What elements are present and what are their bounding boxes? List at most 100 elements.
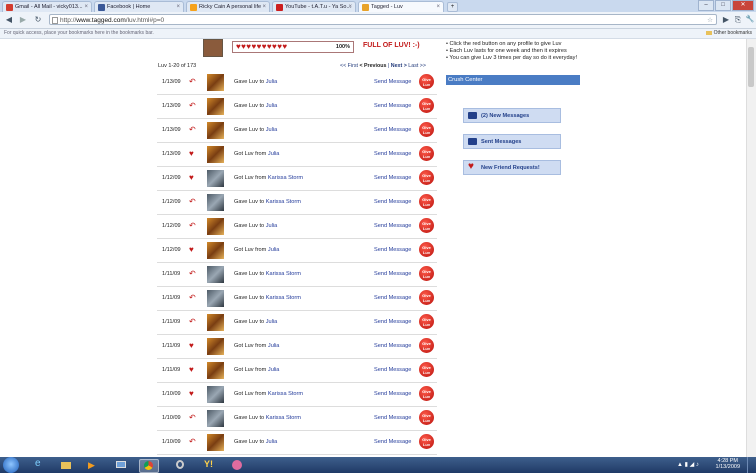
profile-link[interactable]: Karissa Storm: [266, 199, 301, 205]
send-message-link[interactable]: Send Message: [374, 175, 411, 181]
new-tab-button[interactable]: +: [447, 2, 458, 12]
give-luv-button[interactable]: Give Luv: [419, 266, 434, 281]
sent-messages-button[interactable]: Sent Messages: [463, 134, 561, 149]
last-page-link[interactable]: Last >>: [408, 63, 426, 69]
send-message-link[interactable]: Send Message: [374, 79, 411, 85]
avatar[interactable]: [207, 122, 224, 139]
give-luv-button[interactable]: Give Luv: [419, 194, 434, 209]
wrench-icon[interactable]: 🔧: [745, 15, 755, 25]
send-message-link[interactable]: Send Message: [374, 103, 411, 109]
previous-page-link[interactable]: < Previous: [359, 63, 386, 69]
vertical-scrollbar[interactable]: [746, 39, 756, 457]
tab-youtube[interactable]: YouTube - t.A.T.u - Ya So... ×: [272, 1, 356, 12]
profile-link[interactable]: Julia: [266, 103, 278, 109]
new-messages-button[interactable]: (2) New Messages: [463, 108, 561, 123]
profile-link[interactable]: Julia: [266, 319, 278, 325]
give-luv-button[interactable]: Give Luv: [419, 410, 434, 425]
give-luv-button[interactable]: Give Luv: [419, 218, 434, 233]
send-message-link[interactable]: Send Message: [374, 151, 411, 157]
send-message-link[interactable]: Send Message: [374, 367, 411, 373]
send-message-link[interactable]: Send Message: [374, 127, 411, 133]
yahoo-messenger-icon[interactable]: Y!: [200, 459, 218, 471]
avatar[interactable]: [207, 386, 224, 403]
ie-icon[interactable]: e: [31, 458, 49, 471]
friend-requests-button[interactable]: ♥ New Friend Requests!: [463, 160, 561, 175]
avatar[interactable]: [207, 170, 224, 187]
give-luv-button[interactable]: Give Luv: [419, 146, 434, 161]
give-luv-button[interactable]: Give Luv: [419, 242, 434, 257]
send-message-link[interactable]: Send Message: [374, 223, 411, 229]
give-luv-button[interactable]: Give Luv: [419, 314, 434, 329]
scrollbar-thumb[interactable]: [748, 47, 754, 87]
avatar[interactable]: [207, 266, 224, 283]
give-luv-button[interactable]: Give Luv: [419, 170, 434, 185]
give-luv-button[interactable]: Give Luv: [419, 74, 434, 89]
give-luv-button[interactable]: Give Luv: [419, 290, 434, 305]
avatar[interactable]: [207, 314, 224, 331]
send-message-link[interactable]: Send Message: [374, 319, 411, 325]
send-message-link[interactable]: Send Message: [374, 391, 411, 397]
close-icon[interactable]: ×: [176, 2, 180, 12]
profile-link[interactable]: Julia: [268, 151, 280, 157]
other-bookmarks-button[interactable]: Other bookmarks: [706, 29, 752, 38]
avatar[interactable]: [207, 338, 224, 355]
close-icon[interactable]: ×: [436, 2, 440, 12]
profile-link[interactable]: Julia: [268, 367, 280, 373]
give-luv-button[interactable]: Give Luv: [419, 362, 434, 377]
profile-link[interactable]: Julia: [266, 79, 278, 85]
reload-button[interactable]: ↻: [33, 15, 43, 25]
give-luv-button[interactable]: Give Luv: [419, 386, 434, 401]
send-message-link[interactable]: Send Message: [374, 271, 411, 277]
profile-link[interactable]: Julia: [266, 439, 278, 445]
send-message-link[interactable]: Send Message: [374, 343, 411, 349]
send-message-link[interactable]: Send Message: [374, 295, 411, 301]
avatar[interactable]: [207, 74, 224, 91]
app-icon[interactable]: [171, 459, 189, 471]
give-luv-button[interactable]: Give Luv: [419, 338, 434, 353]
crush-center-header[interactable]: Crush Center: [446, 75, 580, 85]
tab-tagged-luv[interactable]: Tagged - Luv ×: [358, 1, 444, 12]
media-player-icon[interactable]: ▶: [83, 459, 101, 471]
close-icon[interactable]: ×: [348, 2, 352, 12]
profile-link[interactable]: Julia: [266, 127, 278, 133]
forward-button[interactable]: ▶: [18, 15, 28, 25]
avatar[interactable]: [207, 410, 224, 427]
star-icon[interactable]: ☆: [707, 15, 713, 26]
maximize-button[interactable]: □: [715, 0, 731, 11]
profile-link[interactable]: Karissa Storm: [268, 175, 303, 181]
clock[interactable]: 4:28 PM 1/13/2009: [716, 458, 740, 470]
avatar[interactable]: [207, 146, 224, 163]
monitor-icon[interactable]: [112, 459, 130, 471]
profile-link[interactable]: Karissa Storm: [268, 391, 303, 397]
send-message-link[interactable]: Send Message: [374, 439, 411, 445]
minimize-button[interactable]: –: [698, 0, 714, 11]
address-bar[interactable]: http://www.tagged.com/luv.html#p=0 ☆: [49, 14, 717, 25]
profile-link[interactable]: Karissa Storm: [266, 295, 301, 301]
avatar[interactable]: [207, 434, 224, 451]
next-page-link[interactable]: Next >: [391, 63, 407, 69]
avatar[interactable]: [207, 290, 224, 307]
avatar[interactable]: [207, 98, 224, 115]
back-button[interactable]: ◀: [4, 15, 14, 25]
avatar[interactable]: [207, 218, 224, 235]
avatar[interactable]: [207, 194, 224, 211]
tab-facebook[interactable]: Facebook | Home ×: [94, 1, 184, 12]
show-desktop-button[interactable]: [747, 457, 756, 473]
profile-link[interactable]: Julia: [268, 247, 280, 253]
give-luv-button[interactable]: Give Luv: [419, 98, 434, 113]
go-button[interactable]: ▶: [721, 15, 731, 25]
profile-link[interactable]: Karissa Storm: [266, 271, 301, 277]
give-luv-button[interactable]: Give Luv: [419, 122, 434, 137]
avatar[interactable]: [207, 362, 224, 379]
send-message-link[interactable]: Send Message: [374, 415, 411, 421]
profile-avatar[interactable]: [203, 39, 223, 57]
give-luv-button[interactable]: Give Luv: [419, 434, 434, 449]
send-message-link[interactable]: Send Message: [374, 247, 411, 253]
profile-link[interactable]: Julia: [268, 343, 280, 349]
tab-gmail[interactable]: Gmail - All Mail - vicky013... ×: [2, 1, 92, 12]
send-message-link[interactable]: Send Message: [374, 199, 411, 205]
profile-link[interactable]: Karissa Storm: [266, 415, 301, 421]
close-window-button[interactable]: ✕: [732, 0, 754, 11]
first-page-link[interactable]: << First: [340, 63, 358, 69]
chrome-icon[interactable]: [139, 459, 159, 473]
